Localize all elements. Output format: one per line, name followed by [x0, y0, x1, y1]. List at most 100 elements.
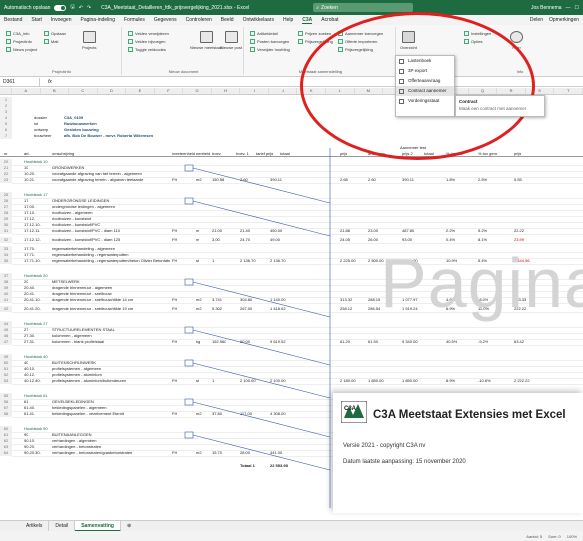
undo-icon[interactable]: ↶ [79, 5, 83, 11]
fields-add-icon [128, 39, 133, 44]
verwijder-hoofding-button[interactable]: Verwijder hoofding [250, 47, 290, 52]
search-icon: ⌕ [316, 4, 320, 11]
menu-item-ontwikkelaars[interactable]: Ontwikkelaars [243, 17, 274, 23]
project-info-button[interactable]: Projectinfo [6, 39, 32, 44]
splash-version: Versie 2021 - copyright C3A nv [343, 443, 426, 449]
remove-heading-icon [250, 47, 255, 52]
menu-item-acrobat[interactable]: Acrobat [321, 17, 338, 23]
save-icon[interactable]: 🖫 [70, 4, 74, 12]
velden-bijvoegen-button[interactable]: Velden bijvoegen [128, 39, 165, 44]
menu-item-c3a[interactable]: C3A [302, 17, 313, 24]
search-placeholder: Zoeken [321, 4, 338, 11]
project-icon [6, 39, 11, 44]
menu-item-paginaindeling[interactable]: Pagina-indeling [81, 17, 115, 23]
sheet-tabs: Artikels Detail Samenvatting ⊕ [0, 520, 583, 532]
minimize-icon[interactable]: — [566, 5, 571, 11]
article-icon [250, 31, 255, 36]
formula-link-box [184, 359, 194, 367]
sheet-tab-artikels[interactable]: Artikels [20, 520, 50, 532]
toggle-veldcodes-label: Toggle veldcodes [135, 47, 166, 52]
menu-item-invoegen[interactable]: Invoegen [51, 17, 72, 23]
redo-icon[interactable]: ↷ [87, 5, 91, 11]
dropdown-item-icon [399, 59, 404, 64]
dropdown-item-vorderingsstaat[interactable]: Vorderingsstaat [396, 96, 454, 106]
maximize-icon[interactable]: ☐ [575, 5, 579, 11]
contract-submenu[interactable]: Contract Maak een contract met aannemer [455, 95, 545, 117]
nieuwe-meetstaat-button[interactable]: Nieuwe meetstaat [190, 31, 222, 50]
velden-verwijderen-button[interactable]: Velden verwijderen [128, 31, 169, 36]
dropdown-item-3p-export[interactable]: 3P export [396, 66, 454, 76]
menu-right: Delen Opmerkingen [530, 17, 583, 23]
formula-link-box [184, 398, 194, 406]
dropdown-item-label: Contract aannemer [408, 88, 447, 93]
mail-button[interactable]: Mail [44, 39, 58, 44]
formula-arrow-line [192, 401, 331, 438]
formula-link-box [184, 431, 194, 439]
toggle-veldcodes-button[interactable]: Toggle veldcodes [128, 47, 166, 52]
fields-remove-icon [128, 31, 133, 36]
projects-label: Projects [82, 45, 97, 50]
new-project-icon [6, 47, 11, 52]
posten-toevoegen-label: Posten toevoegen [257, 39, 290, 44]
menu-item-bestand[interactable]: Bestand [4, 17, 22, 23]
dropdown-item-label: 3P export [408, 68, 428, 73]
info-icon [6, 31, 11, 36]
menu-item-controleren[interactable]: Controleren [186, 17, 212, 23]
formula-arrow-line [192, 167, 331, 204]
opslaan-button[interactable]: Opslaan [44, 31, 66, 36]
name-box[interactable]: D361 [0, 78, 40, 86]
status-right: Aantal: 5 Som: 0 100% [526, 534, 583, 539]
splash-panel: C3A C3A Meetstaat Extensies met Excel Ve… [333, 393, 583, 513]
nieuw-project-label: Nieuw project [13, 47, 38, 52]
splash-title: C3A Meetstaat Extensies met Excel [373, 409, 566, 421]
prijzen-zoeken-button[interactable]: Prijzen zoeken [298, 31, 331, 36]
add-posts-icon [250, 39, 255, 44]
nieuw-project-button[interactable]: Nieuw project [6, 47, 37, 52]
formula-link-box [184, 326, 194, 334]
group-label-nieuw-document: Nieuw document [168, 69, 199, 74]
posten-toevoegen-button[interactable]: Posten toevoegen [250, 39, 289, 44]
project-info-label: Projectinfo [13, 39, 32, 44]
fx-icon: fx [48, 79, 52, 85]
submenu-title: Contract [459, 99, 478, 104]
dropdown-item-lastenboek[interactable]: Lastenboek [396, 56, 454, 66]
menu-right-delen[interactable]: Delen [530, 17, 543, 23]
c3a-logo-icon: C3A [341, 401, 367, 423]
dropdown-item-label: Vorderingsstaat [408, 98, 440, 103]
add-sheet-icon[interactable]: ⊕ [121, 521, 137, 532]
dropdown-item-label: Lastenboek [408, 58, 432, 63]
artikeldetail-button[interactable]: Artikeldetail [250, 31, 278, 36]
svg-text:C3A: C3A [344, 406, 357, 412]
projects-button[interactable]: Projects [82, 31, 96, 50]
mail-icon [44, 39, 49, 44]
search-box[interactable]: ⌕ Zoeken [313, 3, 414, 12]
mail-label: Mail [51, 39, 59, 44]
dropdown-item-icon [399, 99, 404, 104]
formula-arrow-line [192, 434, 331, 471]
menu-right-opmerkingen[interactable]: Opmerkingen [549, 17, 579, 23]
c3a-info-label: C3A_info [13, 31, 30, 36]
dropdown-item-icon [399, 69, 404, 74]
menu-item-help[interactable]: Help [283, 17, 293, 23]
user-name[interactable]: Jos Bennema [531, 5, 562, 11]
dropdown-item-icon [399, 89, 404, 94]
menu-bar: Bestand Start Invoegen Pagina-indeling Formu… [0, 15, 583, 25]
menu-item-gegevens[interactable]: Gegevens [154, 17, 177, 23]
opslaan-label: Opslaan [51, 31, 66, 36]
menu-item-start[interactable]: Start [31, 17, 42, 23]
autosave-toggle[interactable] [54, 4, 67, 11]
dropdown-item-contract-aannemer[interactable]: Contract aannemer [396, 86, 454, 96]
post-icon [224, 31, 238, 43]
overzicht-dropdown: Lastenboek 3P export Offerteaanvraag Contra… [395, 55, 455, 117]
menu-item-beeld[interactable]: Beeld [221, 17, 234, 23]
dropdown-item-offerteaanvraag[interactable]: Offerteaanvraag [396, 76, 454, 86]
nieuwe-post-button[interactable]: Nieuwe post [220, 31, 242, 50]
menu-item-formules[interactable]: Formules [124, 17, 145, 23]
sheet-tab-detail[interactable]: Detail [49, 520, 76, 532]
status-item: Som: 0 [548, 533, 561, 539]
compare-icon [298, 39, 303, 44]
c3a-info-button[interactable]: C3A_info [6, 31, 29, 36]
sheet-tab-samenvatting[interactable]: Samenvatting [75, 520, 121, 532]
formula-arrow-line [192, 200, 331, 237]
group-nieuw-document: Velden verwijderen Velden bijvoegen Togg… [124, 27, 244, 75]
